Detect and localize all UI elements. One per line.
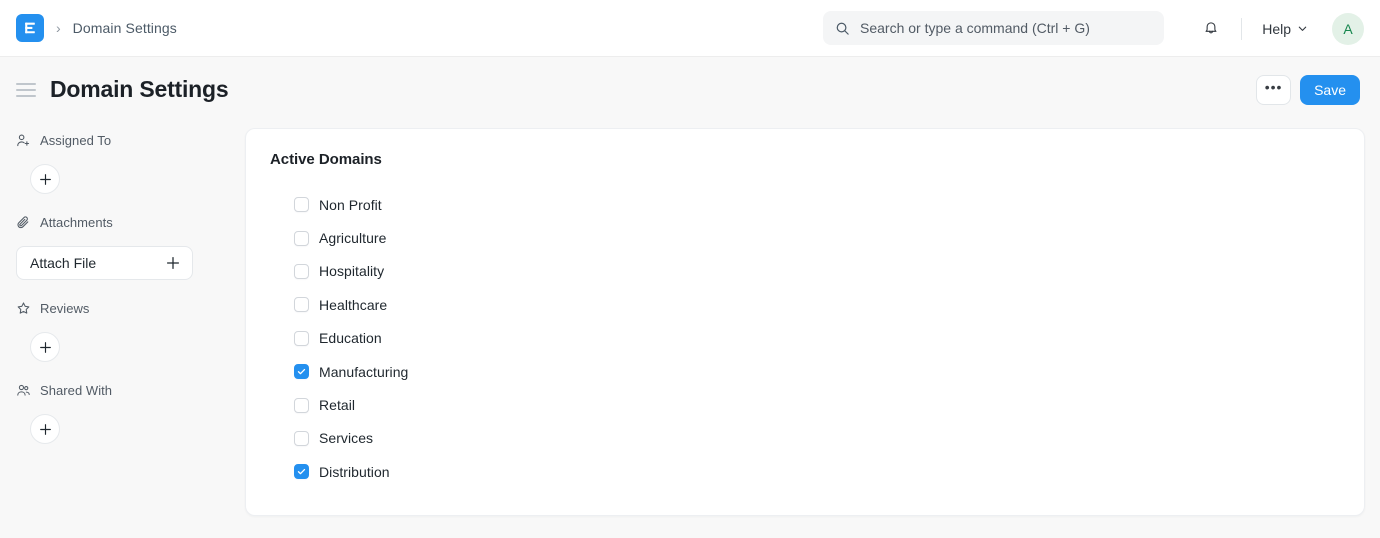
help-menu[interactable]: Help (1256, 17, 1314, 41)
star-icon (17, 301, 30, 314)
sidebar-section-shared-with: Shared With (16, 379, 229, 458)
domain-checkbox-row[interactable]: Distribution (294, 455, 1340, 488)
chevron-down-icon (1298, 26, 1307, 31)
breadcrumb-item-domain-settings[interactable]: Domain Settings (73, 20, 177, 36)
search-icon (836, 22, 849, 35)
hamburger-menu-icon[interactable] (16, 82, 36, 97)
breadcrumb-separator-icon: › (56, 20, 61, 36)
save-button[interactable]: Save (1300, 74, 1360, 105)
domain-checkbox-label: Retail (319, 397, 356, 414)
page-body: Assigned To Attachments Attach File Revi… (0, 122, 1380, 538)
more-options-button[interactable]: ••• (1256, 74, 1292, 105)
checkbox-unchecked[interactable] (294, 397, 309, 413)
sidebar-label-attachments: Attachments (40, 214, 113, 230)
domain-checkbox-label: Non Profit (319, 196, 382, 213)
active-domains-card: Active Domains Non Profit Agriculture Hosp… (245, 128, 1365, 516)
sidebar-body-reviews (16, 319, 229, 376)
sidebar-section-attachments: Attachments Attach File (16, 211, 229, 294)
navbar-right-group: Help A (1195, 0, 1364, 57)
paperclip-icon (17, 215, 29, 228)
avatar-initial: A (1343, 20, 1353, 37)
users-icon (17, 384, 30, 396)
domain-checkbox-row[interactable]: Manufacturing (294, 355, 1340, 388)
domain-checkbox-label: Distribution (319, 463, 390, 480)
sidebar: Assigned To Attachments Attach File Revi… (0, 122, 245, 461)
sidebar-body-attachments: Attach File (16, 233, 229, 294)
page-header: Domain Settings ••• Save (0, 57, 1380, 122)
domains-checkbox-list: Non Profit Agriculture Hospitality Healthca… (270, 188, 1340, 489)
domain-checkbox-row[interactable]: Education (294, 322, 1340, 355)
checkbox-checked[interactable] (294, 464, 309, 480)
add-share-button[interactable] (30, 414, 60, 444)
sidebar-section-header-shared-with[interactable]: Shared With (16, 379, 229, 401)
navbar-divider (1241, 17, 1243, 40)
search-placeholder: Search or type a command (Ctrl + G) (860, 20, 1090, 36)
help-label: Help (1262, 20, 1291, 37)
domain-checkbox-row[interactable]: Retail (294, 388, 1340, 421)
plus-icon (39, 341, 51, 353)
checkbox-unchecked[interactable] (294, 330, 309, 346)
main-content: Active Domains Non Profit Agriculture Hosp… (245, 122, 1365, 516)
domain-checkbox-row[interactable]: Agriculture (294, 221, 1340, 254)
add-review-button[interactable] (30, 332, 60, 362)
navbar-left-group: › Domain Settings (16, 14, 177, 42)
domain-checkbox-label: Services (319, 430, 374, 447)
attach-file-label: Attach File (30, 255, 97, 271)
plus-icon (166, 256, 180, 270)
sidebar-section-header-assigned-to[interactable]: Assigned To (16, 129, 229, 151)
sidebar-section-reviews: Reviews (16, 297, 229, 376)
search-input[interactable]: Search or type a command (Ctrl + G) (823, 11, 1164, 45)
sidebar-label-assigned-to: Assigned To (40, 132, 112, 148)
domain-checkbox-row[interactable]: Services (294, 422, 1340, 455)
checkbox-unchecked[interactable] (294, 263, 309, 279)
checkbox-checked[interactable] (294, 364, 309, 380)
sidebar-section-assigned-to: Assigned To (16, 129, 229, 208)
sidebar-label-shared-with: Shared With (40, 382, 113, 398)
sidebar-body-assigned-to (16, 151, 229, 208)
page-header-left: Domain Settings (16, 76, 229, 103)
checkbox-unchecked[interactable] (294, 197, 309, 213)
domain-checkbox-row[interactable]: Non Profit (294, 188, 1340, 221)
domain-checkbox-label: Healthcare (319, 296, 388, 313)
attach-file-button[interactable]: Attach File (16, 246, 193, 280)
erpnext-logo-icon[interactable] (16, 14, 44, 42)
domain-checkbox-row[interactable]: Healthcare (294, 288, 1340, 321)
page-title: Domain Settings (50, 76, 229, 102)
plus-icon (39, 173, 51, 185)
checkbox-unchecked[interactable] (294, 297, 309, 313)
sidebar-section-header-reviews[interactable]: Reviews (16, 297, 229, 319)
checkbox-unchecked[interactable] (294, 430, 309, 446)
sidebar-body-shared-with (16, 401, 229, 458)
avatar[interactable]: A (1332, 12, 1364, 45)
bell-icon[interactable] (1195, 13, 1227, 45)
domain-checkbox-label: Manufacturing (319, 363, 409, 380)
checkbox-unchecked[interactable] (294, 230, 309, 246)
user-add-icon (17, 134, 30, 146)
domain-checkbox-label: Agriculture (319, 230, 387, 247)
card-title: Active Domains (270, 151, 382, 168)
page-header-actions: ••• Save (1256, 57, 1360, 122)
domain-checkbox-label: Hospitality (319, 263, 385, 280)
sidebar-label-reviews: Reviews (40, 300, 90, 316)
top-navbar: › Domain Settings Search or type a comma… (0, 0, 1380, 57)
domain-checkbox-label: Education (319, 330, 382, 347)
plus-icon (39, 423, 51, 435)
domain-checkbox-row[interactable]: Hospitality (294, 255, 1340, 288)
check-icon (297, 369, 306, 375)
check-icon (297, 469, 306, 475)
add-assignment-button[interactable] (30, 164, 60, 194)
sidebar-section-header-attachments[interactable]: Attachments (16, 211, 229, 233)
